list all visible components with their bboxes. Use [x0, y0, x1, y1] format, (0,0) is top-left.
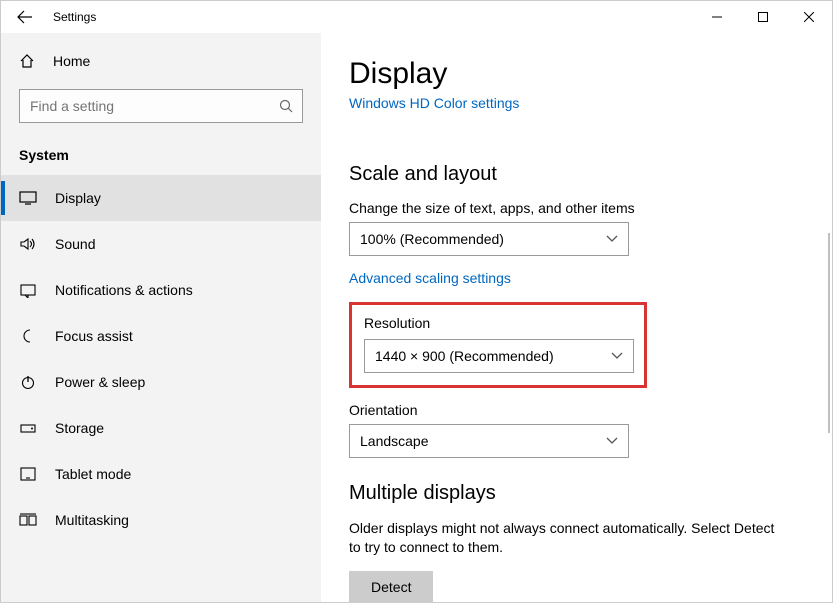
nav-item-display[interactable]: Display — [1, 175, 321, 221]
nav-item-power-sleep[interactable]: Power & sleep — [1, 359, 321, 405]
resolution-label: Resolution — [364, 315, 632, 331]
search-input[interactable] — [19, 89, 303, 123]
multiple-displays-desc: Older displays might not always connect … — [349, 519, 779, 557]
home-button[interactable]: Home — [1, 41, 321, 81]
sidebar: Home System Display — [1, 33, 321, 602]
resolution-highlight: Resolution 1440 × 900 (Recommended) — [349, 302, 647, 388]
resolution-dropdown[interactable]: 1440 × 900 (Recommended) — [364, 339, 634, 373]
scale-value: 100% (Recommended) — [360, 231, 504, 247]
multiple-displays-heading: Multiple displays — [349, 482, 808, 505]
nav-item-multitasking[interactable]: Multitasking — [1, 497, 321, 543]
back-button[interactable] — [5, 1, 45, 33]
nav-item-sound[interactable]: Sound — [1, 221, 321, 267]
maximize-icon — [758, 12, 768, 22]
nav-label: Focus assist — [55, 328, 133, 344]
page-title: Display — [349, 57, 808, 91]
scale-heading: Scale and layout — [349, 163, 808, 186]
maximize-button[interactable] — [740, 1, 786, 33]
orientation-dropdown[interactable]: Landscape — [349, 424, 629, 458]
detect-button[interactable]: Detect — [349, 571, 433, 602]
chevron-down-icon — [606, 235, 618, 243]
tablet-icon — [19, 466, 37, 482]
hd-color-link[interactable]: Windows HD Color settings — [349, 95, 519, 111]
home-label: Home — [53, 53, 90, 69]
content-area: Display Windows HD Color settings Scale … — [321, 33, 832, 602]
chevron-down-icon — [611, 352, 623, 360]
nav-label: Storage — [55, 420, 104, 436]
resolution-value: 1440 × 900 (Recommended) — [375, 348, 554, 364]
titlebar: Settings — [1, 1, 832, 33]
minimize-icon — [712, 12, 722, 22]
app-title: Settings — [53, 10, 96, 24]
nav-item-focus-assist[interactable]: Focus assist — [1, 313, 321, 359]
scale-label: Change the size of text, apps, and other… — [349, 200, 808, 216]
orientation-label: Orientation — [349, 402, 808, 418]
scale-dropdown[interactable]: 100% (Recommended) — [349, 222, 629, 256]
moon-icon — [19, 328, 37, 344]
chevron-down-icon — [606, 437, 618, 445]
home-icon — [19, 53, 35, 69]
arrow-left-icon — [17, 9, 33, 25]
scrollbar[interactable] — [828, 233, 830, 433]
nav-item-notifications[interactable]: Notifications & actions — [1, 267, 321, 313]
storage-icon — [19, 420, 37, 436]
power-icon — [19, 374, 37, 390]
notification-icon — [19, 282, 37, 298]
close-button[interactable] — [786, 1, 832, 33]
nav-label: Notifications & actions — [55, 282, 193, 298]
speaker-icon — [19, 236, 37, 252]
nav-item-storage[interactable]: Storage — [1, 405, 321, 451]
multitasking-icon — [19, 512, 37, 528]
section-label: System — [1, 133, 321, 175]
monitor-icon — [19, 190, 37, 206]
nav-label: Sound — [55, 236, 95, 252]
advanced-scaling-link[interactable]: Advanced scaling settings — [349, 270, 511, 286]
orientation-value: Landscape — [360, 433, 429, 449]
nav-label: Multitasking — [55, 512, 129, 528]
nav-label: Display — [55, 190, 101, 206]
nav-label: Tablet mode — [55, 466, 131, 482]
nav-item-tablet-mode[interactable]: Tablet mode — [1, 451, 321, 497]
close-icon — [804, 12, 814, 22]
minimize-button[interactable] — [694, 1, 740, 33]
nav-label: Power & sleep — [55, 374, 145, 390]
